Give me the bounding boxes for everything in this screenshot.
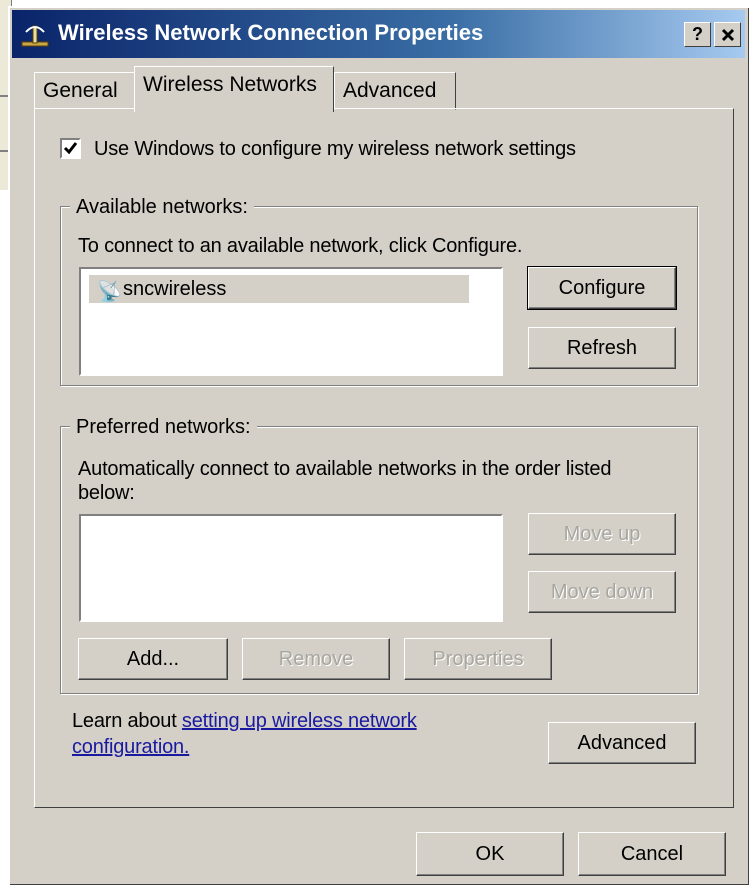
tab-advanced[interactable]: Advanced [334,72,456,110]
ok-button[interactable]: OK [416,832,564,876]
move-up-label: Move up [563,523,641,545]
cancel-label: Cancel [620,843,684,865]
advanced-button[interactable]: Advanced [548,722,696,764]
properties-label: Properties [432,648,524,670]
learn-about-prefix: Learn about [72,710,182,732]
tab-general[interactable]: General [34,72,138,110]
move-down-label: Move down [550,581,654,603]
tab-wireless-networks[interactable]: Wireless Networks [134,66,334,112]
help-button[interactable]: ? [684,22,711,47]
refresh-label: Refresh [566,337,638,359]
add-button[interactable]: Add... [78,638,228,680]
advanced-label: Advanced [577,732,667,754]
tab-general-label: General [43,79,118,102]
network-name: sncwireless [123,278,227,300]
configure-label: Configure [558,277,646,299]
properties-dialog: Wireless Network Connection Properties ?… [8,6,749,885]
preferred-networks-title: Preferred networks: [70,416,257,439]
ok-label: OK [475,843,505,865]
preferred-networks-list[interactable] [79,514,503,622]
add-label: Add... [126,648,180,670]
use-windows-checkbox[interactable] [60,138,81,159]
remove-label: Remove [278,648,354,670]
close-button[interactable] [714,22,741,47]
available-networks-description: To connect to an available network, clic… [78,235,523,257]
title-bar[interactable]: Wireless Network Connection Properties ? [12,10,745,58]
tab-advanced-label: Advanced [343,79,437,102]
use-windows-label[interactable]: Use Windows to configure my wireless net… [94,138,576,161]
properties-button[interactable]: Properties [404,638,552,680]
cancel-button[interactable]: Cancel [578,832,726,876]
refresh-button[interactable]: Refresh [528,327,676,369]
tab-wireless-networks-label: Wireless Networks [143,73,317,96]
network-connection-icon [21,25,49,47]
available-networks-title: Available networks: [70,196,254,219]
remove-button[interactable]: Remove [242,638,390,680]
preferred-networks-description-cont: below: [78,482,135,504]
close-icon [721,28,734,42]
checkmark-icon [63,142,78,155]
configure-button[interactable]: Configure [527,266,677,310]
move-down-button[interactable]: Move down [528,571,676,613]
setup-wireless-link-cont[interactable]: configuration. [72,736,189,759]
list-item[interactable]: 📡 sncwireless [89,275,469,303]
available-networks-list[interactable]: 📡 sncwireless [79,267,503,376]
preferred-networks-description: Automatically connect to available netwo… [78,458,612,480]
window-title: Wireless Network Connection Properties [58,20,484,45]
setup-wireless-link[interactable]: setting up wireless network [182,710,417,732]
move-up-button[interactable]: Move up [528,513,676,555]
wireless-antenna-icon: 📡 [97,281,122,303]
learn-about-text: Learn about setting up wireless network [72,710,417,733]
